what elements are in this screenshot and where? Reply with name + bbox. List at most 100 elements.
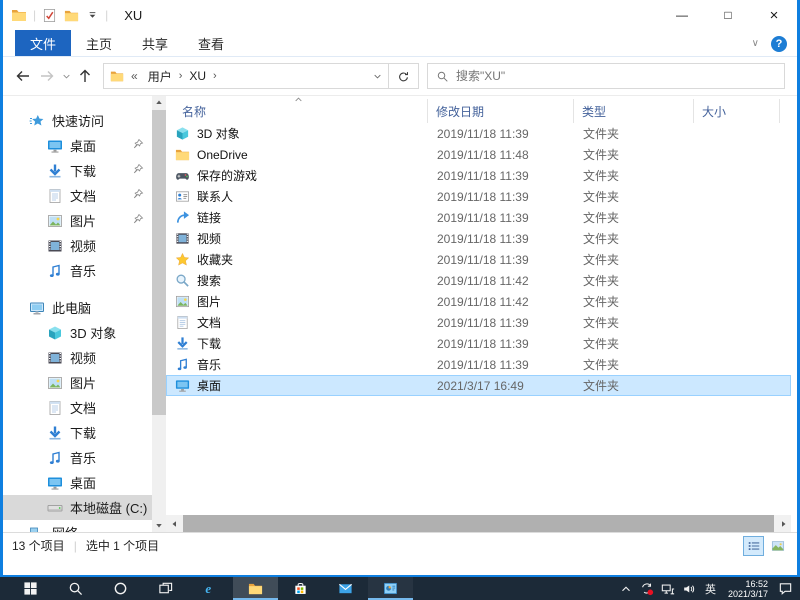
taskbar-button-edge[interactable]: e [188, 577, 233, 600]
sidebar-scrollbar[interactable] [152, 96, 166, 532]
taskbar-button-cortana[interactable] [98, 577, 143, 600]
file-row-favorites[interactable]: 收藏夹2019/11/18 11:39文件夹 [166, 249, 791, 270]
file-row-documents[interactable]: 文档2019/11/18 11:39文件夹 [166, 312, 791, 333]
scroll-right-icon[interactable] [774, 515, 791, 532]
taskbar-button-store[interactable] [278, 577, 323, 600]
thumbnail-view-button[interactable] [767, 536, 788, 556]
file-row-music[interactable]: 音乐2019/11/18 11:39文件夹 [166, 354, 791, 375]
history-dropdown-icon[interactable] [59, 63, 73, 89]
sidebar-item-quick-access[interactable]: 快速访问 [3, 108, 152, 133]
file-date: 2021/3/17 16:49 [429, 379, 575, 393]
horizontal-scrollbar[interactable] [166, 515, 791, 532]
sidebar-item-qa-pictures[interactable]: 图片 [3, 208, 152, 233]
forward-button[interactable] [35, 63, 59, 89]
address-folder-icon [110, 69, 124, 83]
tray-ime[interactable]: 英 [700, 577, 721, 600]
action-center-icon[interactable] [775, 577, 796, 600]
tab-home[interactable]: 主页 [71, 30, 127, 56]
file-row-desktop[interactable]: 桌面2021/3/17 16:49文件夹 [166, 375, 791, 396]
maximize-button[interactable]: □ [705, 0, 751, 30]
file-name-cell: 文档 [167, 314, 429, 331]
tab-share[interactable]: 共享 [127, 30, 183, 56]
cube-icon [47, 325, 63, 341]
sidebar-item-label: 快速访问 [52, 111, 104, 130]
file-type: 文件夹 [575, 251, 695, 268]
search-input[interactable] [456, 69, 776, 83]
scroll-up-icon[interactable] [152, 96, 166, 110]
sidebar-item-pictures[interactable]: 图片 [3, 370, 152, 395]
clock[interactable]: 16:52 2021/3/17 [721, 578, 775, 599]
music-icon [47, 450, 63, 466]
file-row-pictures[interactable]: 图片2019/11/18 11:42文件夹 [166, 291, 791, 312]
qat-customize-button[interactable] [86, 9, 99, 22]
scrollbar-thumb[interactable] [183, 515, 774, 532]
sidebar-item-desktop[interactable]: 桌面 [3, 470, 152, 495]
download-icon [175, 336, 190, 351]
close-button[interactable]: × [751, 0, 797, 30]
file-row-links[interactable]: 链接2019/11/18 11:39文件夹 [166, 207, 791, 228]
sidebar-item-music[interactable]: 音乐 [3, 445, 152, 470]
music-icon [175, 357, 190, 372]
taskbar-button-search[interactable] [53, 577, 98, 600]
sidebar-item-qa-downloads[interactable]: 下载 [3, 158, 152, 183]
file-row-contacts[interactable]: 联系人2019/11/18 11:39文件夹 [166, 186, 791, 207]
scrollbar-thumb[interactable] [152, 110, 166, 415]
file-row-downloads[interactable]: 下载2019/11/18 11:39文件夹 [166, 333, 791, 354]
file-row-3d-objects[interactable]: 3D 对象2019/11/18 11:39文件夹 [166, 123, 791, 144]
sidebar-item-qa-documents[interactable]: 文档 [3, 183, 152, 208]
sidebar-item-this-pc[interactable]: 此电脑 [3, 295, 152, 320]
file-row-saved-games[interactable]: 保存的游戏2019/11/18 11:39文件夹 [166, 165, 791, 186]
file-row-searches[interactable]: 搜索2019/11/18 11:42文件夹 [166, 270, 791, 291]
document-icon [47, 400, 63, 416]
column-header-date-modified[interactable]: 修改日期 [428, 99, 574, 123]
help-button[interactable]: ? [771, 36, 787, 52]
tab-view[interactable]: 查看 [183, 30, 239, 56]
column-header-size[interactable]: 大小 [694, 99, 780, 123]
column-header-type[interactable]: 类型 [574, 99, 694, 123]
scrollbar-track[interactable] [152, 415, 166, 518]
breadcrumb-segment-xu[interactable]: XU [182, 69, 213, 83]
sidebar-item-downloads[interactable]: 下载 [3, 420, 152, 445]
taskbar-button-file-explorer[interactable] [233, 577, 278, 600]
sidebar-item-local-disk-c[interactable]: 本地磁盘 (C:) [3, 495, 152, 520]
address-box[interactable]: « 用户›XU› [103, 63, 419, 89]
tray-hidden-icons-icon[interactable] [616, 577, 637, 600]
computer-icon [29, 300, 45, 316]
address-dropdown-icon[interactable] [366, 72, 388, 81]
sidebar-item-label: 桌面 [70, 136, 96, 155]
sidebar-item-qa-videos[interactable]: 视频 [3, 233, 152, 258]
taskbar-button-system-app[interactable] [368, 577, 413, 600]
back-button[interactable] [11, 63, 35, 89]
file-row-videos[interactable]: 视频2019/11/18 11:39文件夹 [166, 228, 791, 249]
file-name: 搜索 [197, 272, 221, 289]
breadcrumb-segment-users[interactable]: 用户 [141, 68, 179, 85]
file-name: 下载 [197, 335, 221, 352]
file-row-onedrive[interactable]: OneDrive2019/11/18 11:48文件夹 [166, 144, 791, 165]
tray-volume-icon[interactable] [679, 577, 700, 600]
sidebar-item-3d-objects[interactable]: 3D 对象 [3, 320, 152, 345]
details-view-button[interactable] [743, 536, 764, 556]
tray-sync-alert-icon[interactable] [637, 577, 658, 600]
sidebar-item-videos[interactable]: 视频 [3, 345, 152, 370]
search-box[interactable] [427, 63, 785, 89]
file-date: 2019/11/18 11:42 [429, 295, 575, 309]
taskbar-button-start[interactable] [8, 577, 53, 600]
expand-ribbon-icon[interactable]: ∨ [752, 38, 759, 49]
scroll-down-icon[interactable] [152, 518, 166, 532]
up-button[interactable] [73, 63, 97, 89]
tray-network-icon[interactable] [658, 577, 679, 600]
refresh-button[interactable] [389, 70, 418, 83]
scroll-left-icon[interactable] [166, 515, 183, 532]
taskbar-button-mail[interactable] [323, 577, 368, 600]
taskbar-button-task-view[interactable] [143, 577, 188, 600]
sidebar-item-documents[interactable]: 文档 [3, 395, 152, 420]
sidebar-item-network[interactable]: 网络 [3, 520, 152, 532]
breadcrumb-overflow[interactable]: « [128, 69, 141, 83]
breadcrumb-separator[interactable]: › [213, 70, 217, 82]
sidebar-item-qa-desktop[interactable]: 桌面 [3, 133, 152, 158]
minimize-button[interactable]: — [659, 0, 705, 30]
qat-new-folder-button[interactable] [64, 8, 79, 23]
qat-properties-button[interactable] [42, 8, 57, 23]
sidebar-item-qa-music[interactable]: 音乐 [3, 258, 152, 283]
tab-file[interactable]: 文件 [15, 30, 71, 56]
